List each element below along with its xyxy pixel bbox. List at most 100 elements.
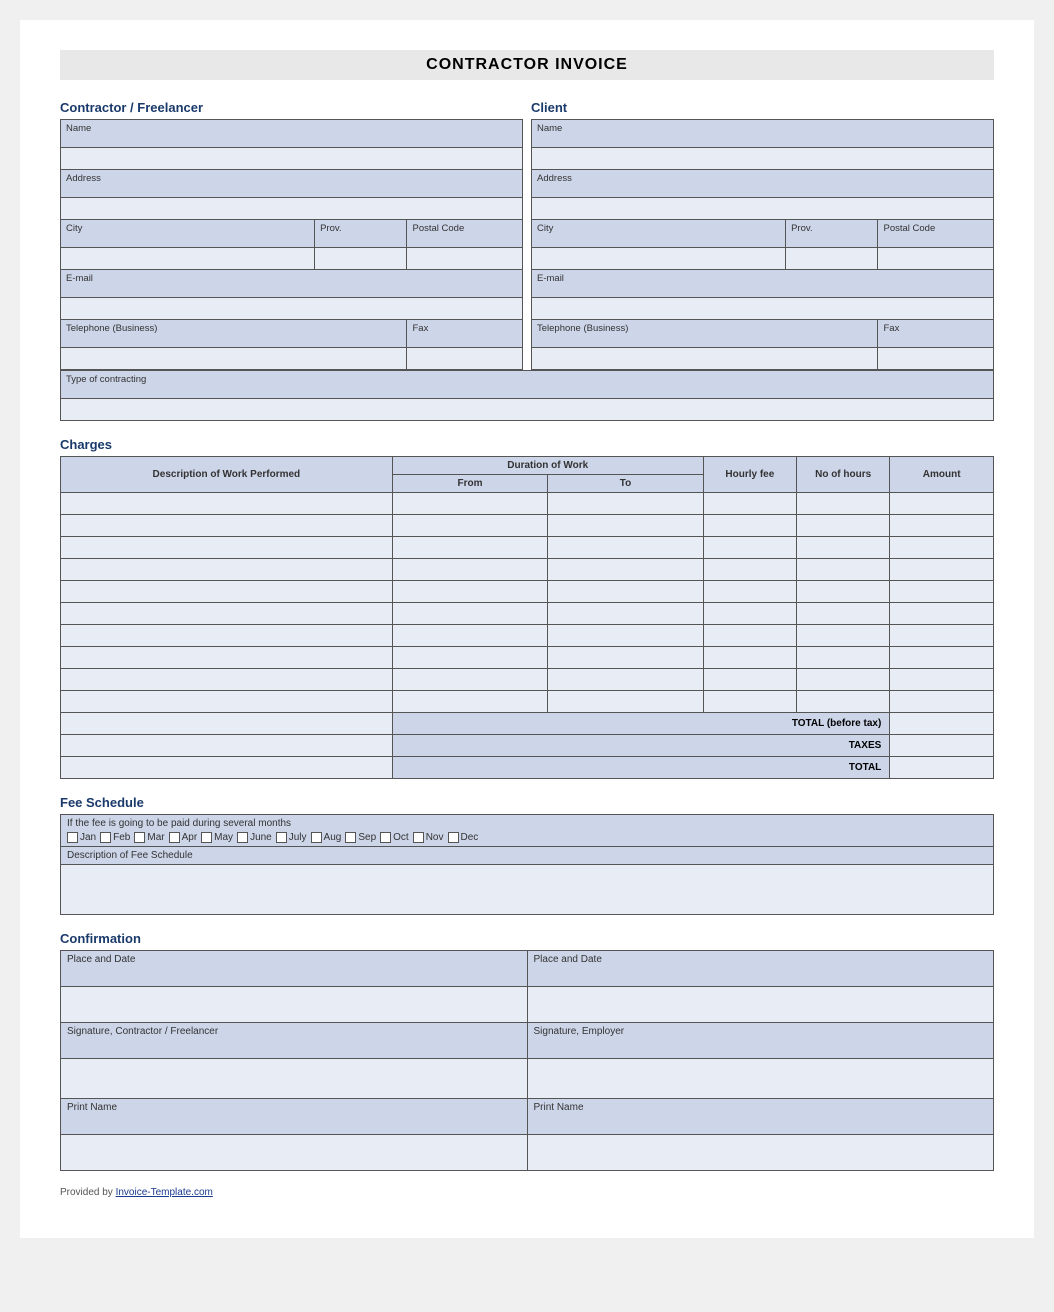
client-email-value[interactable] [532,298,994,320]
charges-to-cell[interactable] [548,647,703,669]
charges-hours-cell[interactable] [797,647,890,669]
charges-from-cell[interactable] [392,647,547,669]
total-before-tax-value[interactable] [890,713,994,735]
month-checkbox[interactable] [169,832,180,843]
charges-amount-cell[interactable] [890,515,994,537]
charges-hourly-cell[interactable] [703,581,796,603]
charges-to-cell[interactable] [548,581,703,603]
charges-desc-cell[interactable] [61,559,393,581]
charges-hours-cell[interactable] [797,669,890,691]
charges-from-cell[interactable] [392,559,547,581]
charges-hourly-cell[interactable] [703,669,796,691]
charges-amount-cell[interactable] [890,559,994,581]
charges-desc-cell[interactable] [61,625,393,647]
charges-from-cell[interactable] [392,603,547,625]
charges-hourly-cell[interactable] [703,625,796,647]
confirm-print-right-value[interactable] [527,1135,994,1171]
fee-desc-value[interactable] [61,865,994,915]
charges-from-cell[interactable] [392,515,547,537]
confirm-sig-employer-value[interactable] [527,1059,994,1099]
confirm-print-left-value[interactable] [61,1135,528,1171]
charges-from-cell[interactable] [392,537,547,559]
contractor-postal-value[interactable] [407,248,523,270]
charges-desc-cell[interactable] [61,669,393,691]
month-checkbox[interactable] [134,832,145,843]
charges-hours-cell[interactable] [797,625,890,647]
month-checkbox[interactable] [413,832,424,843]
charges-hours-cell[interactable] [797,537,890,559]
charges-amount-cell[interactable] [890,603,994,625]
client-address-value[interactable] [532,198,994,220]
charges-hourly-cell[interactable] [703,647,796,669]
taxes-value[interactable] [890,735,994,757]
charges-desc-cell[interactable] [61,603,393,625]
charges-hours-cell[interactable] [797,603,890,625]
charges-hourly-cell[interactable] [703,537,796,559]
charges-desc-cell[interactable] [61,691,393,713]
contractor-address-value[interactable] [61,198,523,220]
footer-link[interactable]: Invoice-Template.com [116,1187,213,1198]
month-checkbox[interactable] [67,832,78,843]
contractor-prov-value[interactable] [315,248,407,270]
charges-from-cell[interactable] [392,669,547,691]
charges-hours-cell[interactable] [797,559,890,581]
contractor-fax-value[interactable] [407,348,523,370]
client-city-value[interactable] [532,248,786,270]
charges-to-cell[interactable] [548,691,703,713]
charges-to-cell[interactable] [548,537,703,559]
charges-amount-cell[interactable] [890,647,994,669]
charges-hourly-cell[interactable] [703,603,796,625]
charges-hourly-cell[interactable] [703,559,796,581]
charges-to-cell[interactable] [548,669,703,691]
month-checkbox[interactable] [100,832,111,843]
grand-total-value[interactable] [890,757,994,779]
charges-desc-cell[interactable] [61,493,393,515]
charges-from-cell[interactable] [392,493,547,515]
month-checkbox[interactable] [201,832,212,843]
charges-hourly-cell[interactable] [703,691,796,713]
client-phone-value[interactable] [532,348,878,370]
charges-amount-cell[interactable] [890,691,994,713]
charges-amount-cell[interactable] [890,625,994,647]
charges-desc-cell[interactable] [61,647,393,669]
contractor-city-value[interactable] [61,248,315,270]
client-fax-value[interactable] [878,348,994,370]
contractor-email-value[interactable] [61,298,523,320]
charges-hourly-cell[interactable] [703,493,796,515]
client-prov-value[interactable] [786,248,878,270]
client-postal-value[interactable] [878,248,994,270]
charges-desc-cell[interactable] [61,537,393,559]
month-checkbox[interactable] [345,832,356,843]
charges-amount-cell[interactable] [890,537,994,559]
month-checkbox[interactable] [276,832,287,843]
charges-hours-cell[interactable] [797,581,890,603]
charges-hourly-cell[interactable] [703,515,796,537]
charges-hours-cell[interactable] [797,515,890,537]
charges-amount-cell[interactable] [890,669,994,691]
confirm-sig-contractor-value[interactable] [61,1059,528,1099]
charges-from-cell[interactable] [392,625,547,647]
month-checkbox[interactable] [311,832,322,843]
charges-to-cell[interactable] [548,625,703,647]
charges-amount-cell[interactable] [890,493,994,515]
charges-to-cell[interactable] [548,559,703,581]
month-checkbox[interactable] [448,832,459,843]
charges-amount-cell[interactable] [890,581,994,603]
confirm-place-date-right-value[interactable] [527,987,994,1023]
confirm-place-date-left-value[interactable] [61,987,528,1023]
charges-desc-cell[interactable] [61,515,393,537]
contractor-name-value[interactable] [61,148,523,170]
month-checkbox[interactable] [237,832,248,843]
charges-to-cell[interactable] [548,515,703,537]
charges-hours-cell[interactable] [797,691,890,713]
charges-hours-cell[interactable] [797,493,890,515]
charges-from-cell[interactable] [392,691,547,713]
client-name-value[interactable] [532,148,994,170]
charges-from-cell[interactable] [392,581,547,603]
month-checkbox[interactable] [380,832,391,843]
contractor-phone-value[interactable] [61,348,407,370]
type-contracting-value[interactable] [61,399,994,421]
charges-desc-cell[interactable] [61,581,393,603]
charges-to-cell[interactable] [548,603,703,625]
charges-to-cell[interactable] [548,493,703,515]
